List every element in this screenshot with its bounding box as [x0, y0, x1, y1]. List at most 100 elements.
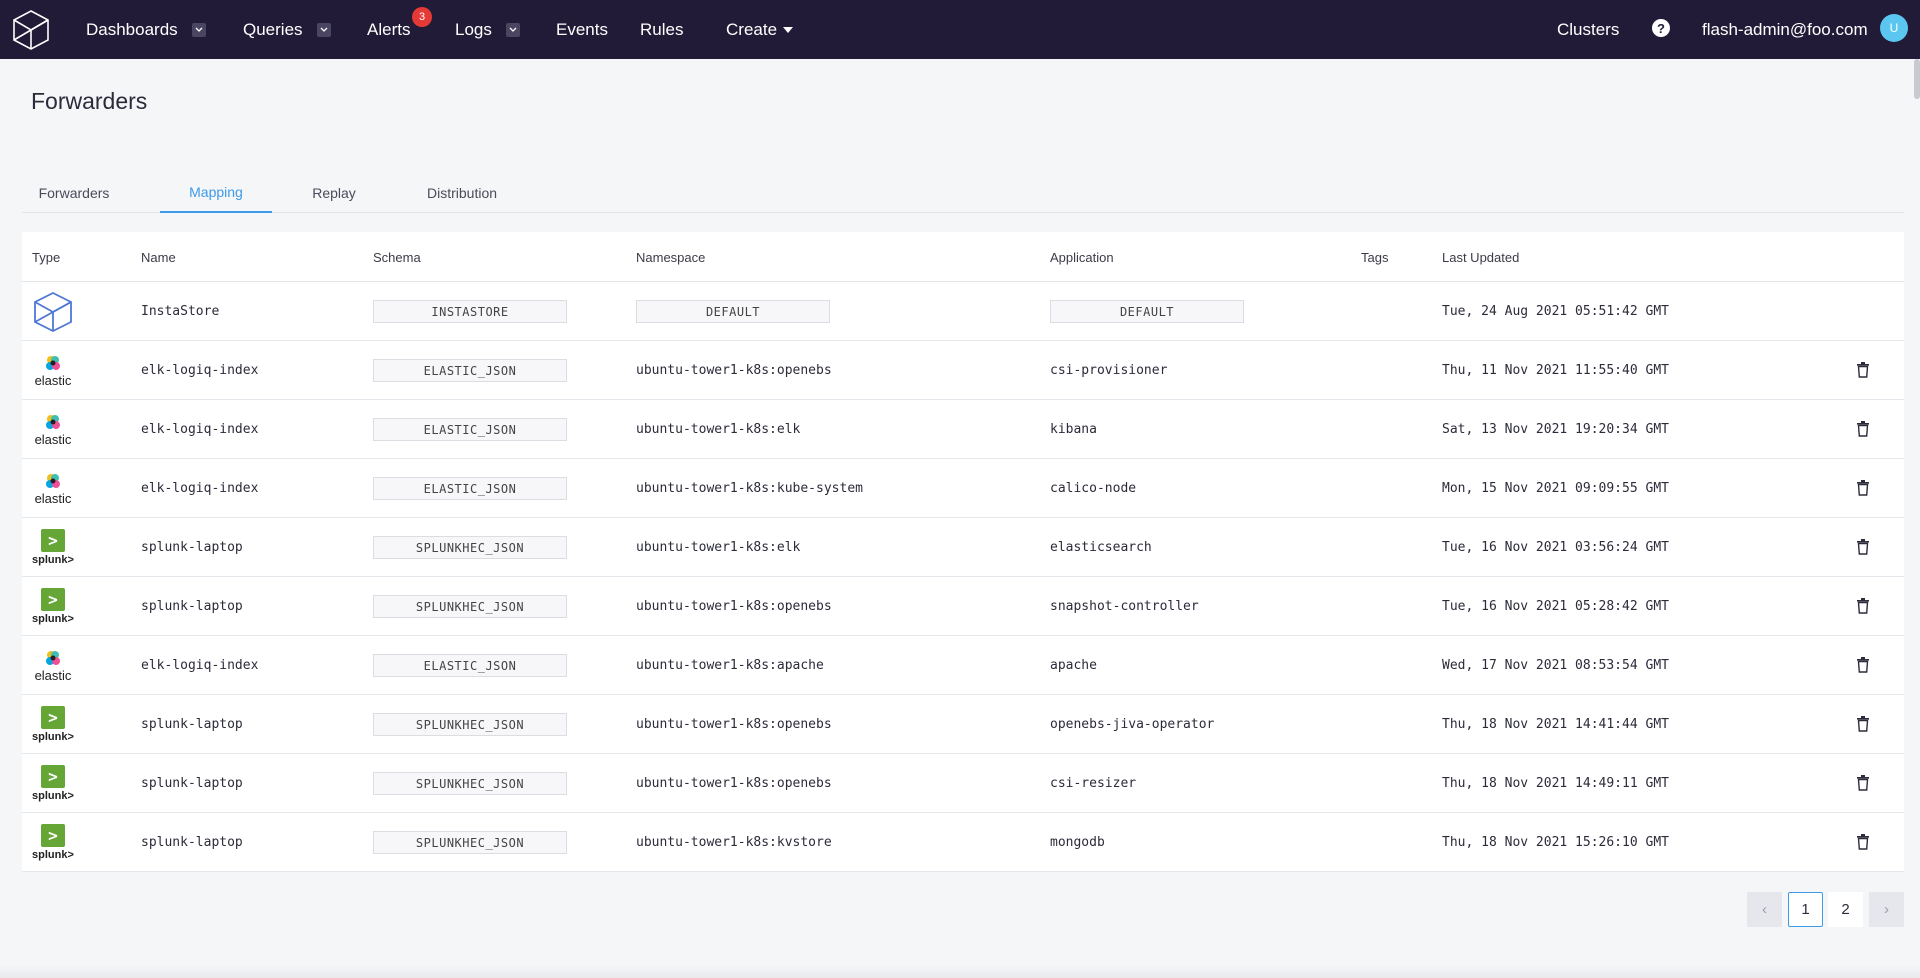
splunk-logo-text: splunk>: [32, 613, 74, 625]
namespace-text: ubuntu-tower1-k8s:apache: [636, 658, 824, 673]
cell-application: apache: [1050, 636, 1097, 695]
trash-icon[interactable]: [1856, 716, 1870, 732]
table-row[interactable]: > splunk> splunk-laptop SPLUNKHEC_JSON u…: [22, 754, 1904, 813]
page-scrollbar[interactable]: [1914, 59, 1920, 99]
cell-name: elk-logiq-index: [141, 363, 259, 378]
table-row[interactable]: > splunk> splunk-laptop SPLUNKHEC_JSON u…: [22, 577, 1904, 636]
trash-icon[interactable]: [1856, 598, 1870, 614]
trash-icon[interactable]: [1856, 834, 1870, 850]
cell-application: elasticsearch: [1050, 518, 1152, 577]
namespace-text: ubuntu-tower1-k8s:openebs: [636, 776, 832, 791]
tab-mapping[interactable]: Mapping: [160, 172, 272, 213]
top-nav: Dashboards Queries Alerts 3 Logs Events …: [0, 0, 1920, 59]
cell-type: [22, 282, 122, 341]
cell-schema: ELASTIC_JSON: [373, 636, 567, 695]
nav-dashboards[interactable]: Dashboards: [86, 0, 206, 59]
cell-type: > splunk>: [22, 813, 122, 872]
pagination-next-button[interactable]: ›: [1869, 892, 1904, 927]
column-header-application[interactable]: Application: [1050, 232, 1114, 282]
table-row[interactable]: elastic elk-logiq-index ELASTIC_JSON ubu…: [22, 459, 1904, 518]
page-title: Forwarders: [31, 88, 148, 114]
nav-rules-label: Rules: [640, 19, 684, 39]
application-text: elasticsearch: [1050, 540, 1152, 555]
tab-replay[interactable]: Replay: [290, 172, 378, 213]
nav-create[interactable]: Create: [726, 0, 794, 59]
table-row[interactable]: elastic elk-logiq-index ELASTIC_JSON ubu…: [22, 636, 1904, 695]
cell-schema: SPLUNKHEC_JSON: [373, 518, 567, 577]
help-icon[interactable]: ?: [1652, 19, 1670, 37]
application-text: kibana: [1050, 422, 1097, 437]
splunk-logo-text: splunk>: [32, 731, 74, 743]
mapping-table: Type Name Schema Namespace Application T…: [22, 232, 1904, 872]
splunk-chevron-icon: >: [41, 529, 65, 552]
cell-schema: ELASTIC_JSON: [373, 459, 567, 518]
splunk-logo-icon: > splunk>: [32, 822, 74, 864]
tab-forwarders[interactable]: Forwarders: [22, 172, 126, 213]
nav-events[interactable]: Events: [556, 0, 608, 59]
cell-schema: ELASTIC_JSON: [373, 400, 567, 459]
cell-schema: SPLUNKHEC_JSON: [373, 813, 567, 872]
tab-distribution[interactable]: Distribution: [402, 172, 522, 213]
trash-icon[interactable]: [1856, 657, 1870, 673]
cell-name: elk-logiq-index: [141, 481, 259, 496]
avatar[interactable]: U: [1880, 14, 1908, 42]
application-text: calico-node: [1050, 481, 1137, 496]
application-text: openebs-jiva-operator: [1050, 717, 1215, 732]
elastic-logo-text: elastic: [34, 491, 72, 506]
nav-logs[interactable]: Logs: [455, 0, 520, 59]
table-row[interactable]: elastic elk-logiq-index ELASTIC_JSON ubu…: [22, 400, 1904, 459]
elastic-logo-text: elastic: [34, 668, 72, 683]
column-header-namespace[interactable]: Namespace: [636, 232, 705, 282]
trash-icon[interactable]: [1856, 362, 1870, 378]
cell-last-updated: Mon, 15 Nov 2021 09:09:55 GMT: [1442, 481, 1669, 496]
pagination-prev-button[interactable]: ‹: [1747, 892, 1782, 927]
pagination-page-1[interactable]: 1: [1788, 892, 1823, 927]
nav-create-label: Create: [726, 19, 778, 39]
trash-icon[interactable]: [1856, 775, 1870, 791]
nav-queries[interactable]: Queries: [243, 0, 331, 59]
chevron-down-icon: [505, 22, 520, 37]
table-row[interactable]: elastic elk-logiq-index ELASTIC_JSON ubu…: [22, 341, 1904, 400]
trash-icon[interactable]: [1856, 480, 1870, 496]
cell-namespace: ubuntu-tower1-k8s:openebs: [636, 577, 832, 636]
nav-rules[interactable]: Rules: [640, 0, 683, 59]
column-header-tags[interactable]: Tags: [1361, 232, 1388, 282]
cell-application: calico-node: [1050, 459, 1136, 518]
cell-last-updated: Thu, 18 Nov 2021 14:49:11 GMT: [1442, 776, 1669, 791]
schema-tag: SPLUNKHEC_JSON: [373, 772, 567, 795]
splunk-logo-icon: > splunk>: [32, 527, 74, 569]
cell-name: splunk-laptop: [141, 835, 243, 850]
table-row[interactable]: > splunk> splunk-laptop SPLUNKHEC_JSON u…: [22, 518, 1904, 577]
nav-alerts-label: Alerts: [367, 19, 411, 39]
logiq-cube-logo-icon[interactable]: [12, 9, 50, 51]
column-header-last-updated[interactable]: Last Updated: [1442, 232, 1519, 282]
cell-name: elk-logiq-index: [141, 658, 259, 673]
cell-type: > splunk>: [22, 754, 122, 813]
column-header-name[interactable]: Name: [141, 232, 176, 282]
cell-namespace: ubuntu-tower1-k8s:elk: [636, 518, 800, 577]
trash-icon[interactable]: [1856, 421, 1870, 437]
pagination-page-2[interactable]: 2: [1828, 892, 1863, 927]
table-row[interactable]: > splunk> splunk-laptop SPLUNKHEC_JSON u…: [22, 695, 1904, 754]
elastic-logo-icon: elastic: [32, 350, 74, 392]
table-row[interactable]: > splunk> splunk-laptop SPLUNKHEC_JSON u…: [22, 813, 1904, 872]
nav-alerts[interactable]: Alerts: [367, 0, 410, 59]
cell-last-updated: Sat, 13 Nov 2021 19:20:34 GMT: [1442, 422, 1669, 437]
splunk-logo-icon: > splunk>: [32, 763, 74, 805]
cell-last-updated: Tue, 16 Nov 2021 05:28:42 GMT: [1442, 599, 1669, 614]
cell-application: kibana: [1050, 400, 1097, 459]
user-menu[interactable]: flash-admin@foo.com: [1702, 0, 1868, 59]
table-row[interactable]: InstaStore INSTASTORE DEFAULT DEFAULT Tu…: [22, 282, 1904, 341]
application-text: apache: [1050, 658, 1097, 673]
elastic-logo-icon: elastic: [32, 409, 74, 451]
schema-tag: SPLUNKHEC_JSON: [373, 536, 567, 559]
table-body: InstaStore INSTASTORE DEFAULT DEFAULT Tu…: [22, 282, 1904, 872]
column-header-schema[interactable]: Schema: [373, 232, 421, 282]
trash-icon[interactable]: [1856, 539, 1870, 555]
splunk-chevron-icon: >: [41, 706, 65, 729]
column-header-type[interactable]: Type: [32, 232, 60, 282]
user-email: flash-admin@foo.com: [1702, 19, 1868, 39]
nav-clusters[interactable]: Clusters: [1557, 0, 1619, 59]
instastore-cube-icon: [34, 291, 72, 333]
namespace-text: ubuntu-tower1-k8s:elk: [636, 422, 801, 437]
